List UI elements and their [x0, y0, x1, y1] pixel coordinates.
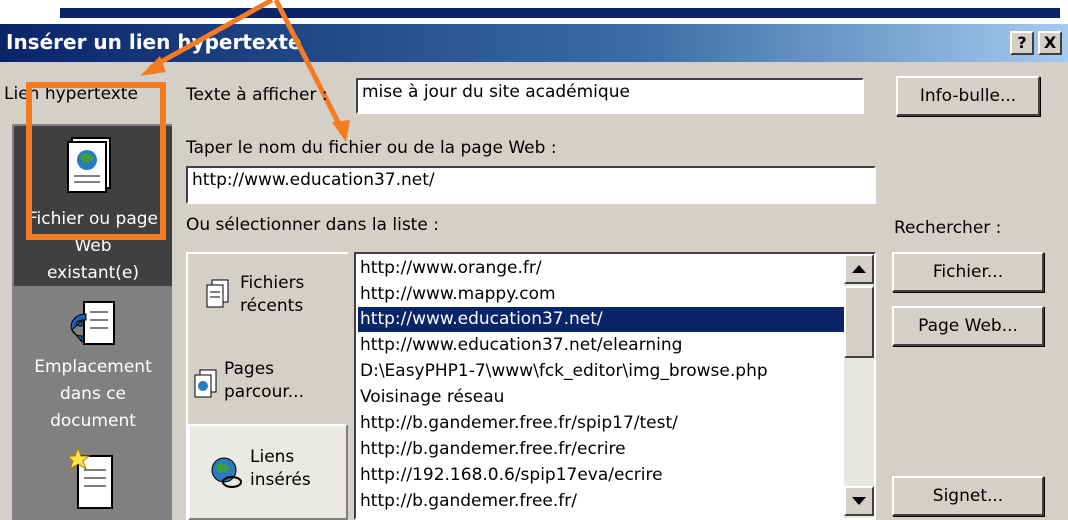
- address-label: Taper le nom du fichier ou de la page We…: [186, 138, 557, 158]
- display-text-field[interactable]: mise à jour du site académique: [356, 78, 864, 114]
- scroll-down-button[interactable]: [844, 486, 874, 516]
- address-field[interactable]: http://www.education37.net/: [186, 166, 876, 204]
- list-item[interactable]: D:\EasyPHP1-7\www\fck_editor\img_browse.…: [360, 359, 844, 384]
- recent-files-icon: [206, 279, 229, 308]
- list-item[interactable]: http://b.gandemer.free.fr/spip17/test/: [360, 411, 844, 436]
- arrow-down-icon: [852, 497, 866, 505]
- sub-place-recent-line2: récents: [240, 296, 304, 316]
- inserted-links-icon: [211, 457, 242, 488]
- list-item[interactable]: http://b.gandemer.free.fr/: [360, 489, 844, 514]
- sub-place-browsed-line2: parcour...: [224, 382, 304, 402]
- browse-label: Rechercher :: [894, 218, 1002, 238]
- scroll-up-button[interactable]: [844, 254, 874, 284]
- bookmark-button[interactable]: Signet...: [892, 476, 1044, 516]
- sub-place-recent-line1: Fichiers: [240, 273, 305, 293]
- list-item[interactable]: http://www.mappy.com: [360, 282, 844, 307]
- sub-place-recent-files[interactable]: Fichiers récents: [240, 272, 304, 318]
- sub-place-browsed-line1: Pages: [224, 359, 275, 379]
- list-item[interactable]: Voisinage réseau: [360, 385, 844, 410]
- sub-place-links-line1: Liens: [250, 447, 295, 467]
- arrow-up-icon: [852, 265, 866, 273]
- list-item[interactable]: http://b.gandemer.free.fr/ecrire: [360, 437, 844, 462]
- tooltip-button[interactable]: Info-bulle...: [896, 76, 1040, 116]
- list-item-selected[interactable]: http://www.education37.net/: [358, 307, 844, 332]
- browse-file-button[interactable]: Fichier...: [892, 252, 1044, 292]
- list-item[interactable]: http://www.orange.fr/: [360, 256, 844, 281]
- browse-web-page-button[interactable]: Page Web...: [892, 306, 1044, 346]
- browsed-pages-icon: [194, 369, 217, 398]
- display-text-label: Texte à afficher :: [186, 85, 328, 105]
- list-label: Ou sélectionner dans la liste :: [186, 215, 439, 235]
- list-item[interactable]: http://www.education37.net/elearning: [360, 333, 844, 358]
- sub-place-browsed-pages[interactable]: Pages parcour...: [224, 358, 304, 404]
- scrollbar-thumb[interactable]: [844, 286, 874, 358]
- list-item[interactable]: http://192.168.0.6/spip17eva/ecrire: [360, 463, 844, 488]
- link-list[interactable]: http://www.orange.fr/ http://www.mappy.c…: [354, 252, 876, 520]
- sub-place-links-line2: insérés: [250, 470, 311, 490]
- sub-place-inserted-links[interactable]: Liens insérés: [250, 446, 311, 492]
